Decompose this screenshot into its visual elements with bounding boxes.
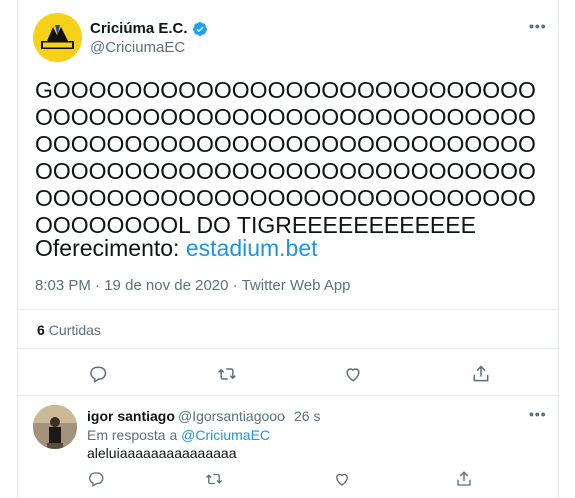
tweet-author-name[interactable]: Criciúma E.C. bbox=[90, 20, 208, 37]
author-display-name[interactable]: Criciúma E.C. bbox=[90, 20, 188, 37]
criciuma-avatar[interactable] bbox=[33, 13, 82, 62]
more-icon[interactable]: ••• bbox=[529, 406, 547, 422]
reply-avatar[interactable] bbox=[33, 405, 77, 449]
more-icon[interactable]: ••• bbox=[529, 18, 547, 34]
share-icon[interactable] bbox=[455, 470, 473, 488]
likes-summary[interactable]: 6 Curtidas bbox=[37, 322, 101, 338]
like-icon[interactable] bbox=[333, 470, 351, 488]
tweet-author-handle[interactable]: @CriciumaEC bbox=[90, 39, 185, 56]
criciuma-logo bbox=[33, 13, 82, 62]
reply-icon[interactable] bbox=[87, 470, 105, 488]
offer-prefix: Oferecimento: bbox=[35, 235, 186, 261]
reply-text: aleluiaaaaaaaaaaaaaaa bbox=[87, 445, 237, 461]
tweet-timestamp-line: 8:03 PM · 19 de nov de 2020 · Twitter We… bbox=[35, 277, 351, 294]
tweet-source-app[interactable]: Twitter Web App bbox=[242, 277, 351, 294]
reply-icon[interactable] bbox=[88, 364, 108, 384]
reply-author-name[interactable]: igor santiago bbox=[87, 408, 175, 424]
likes-label: Curtidas bbox=[48, 322, 101, 338]
reply-author-handle[interactable]: @Igorsantiagooo bbox=[178, 408, 285, 424]
divider bbox=[17, 348, 558, 349]
in-reply-to: Em resposta a @CriciumaEC bbox=[87, 427, 270, 443]
verified-badge-icon bbox=[192, 21, 207, 36]
divider bbox=[17, 309, 558, 310]
like-icon[interactable] bbox=[343, 364, 363, 384]
divider bbox=[17, 395, 558, 396]
retweet-icon[interactable] bbox=[205, 470, 223, 488]
in-reply-handle-link[interactable]: @CriciumaEC bbox=[181, 427, 270, 443]
tweet-time[interactable]: 8:03 PM bbox=[35, 277, 91, 294]
meta-separator: · bbox=[95, 277, 101, 294]
reply-time[interactable]: 26 s bbox=[294, 408, 320, 424]
reply-avatar-photo bbox=[33, 405, 77, 449]
offer-link[interactable]: estadium.bet bbox=[186, 235, 318, 261]
tweet-offer-line: Oferecimento: estadium.bet bbox=[35, 235, 318, 262]
tweet-text: GOOOOOOOOOOOOOOOOOOOOOOOOOOOOOOOOOOOOOOO… bbox=[35, 77, 536, 238]
meta-separator: · bbox=[232, 277, 238, 294]
share-icon[interactable] bbox=[471, 364, 491, 384]
in-reply-prefix: Em resposta a bbox=[87, 427, 182, 443]
reply-separator: · bbox=[282, 408, 287, 424]
likes-count: 6 bbox=[37, 322, 45, 338]
tweet-date[interactable]: 19 de nov de 2020 bbox=[104, 277, 228, 294]
retweet-icon[interactable] bbox=[217, 364, 237, 384]
